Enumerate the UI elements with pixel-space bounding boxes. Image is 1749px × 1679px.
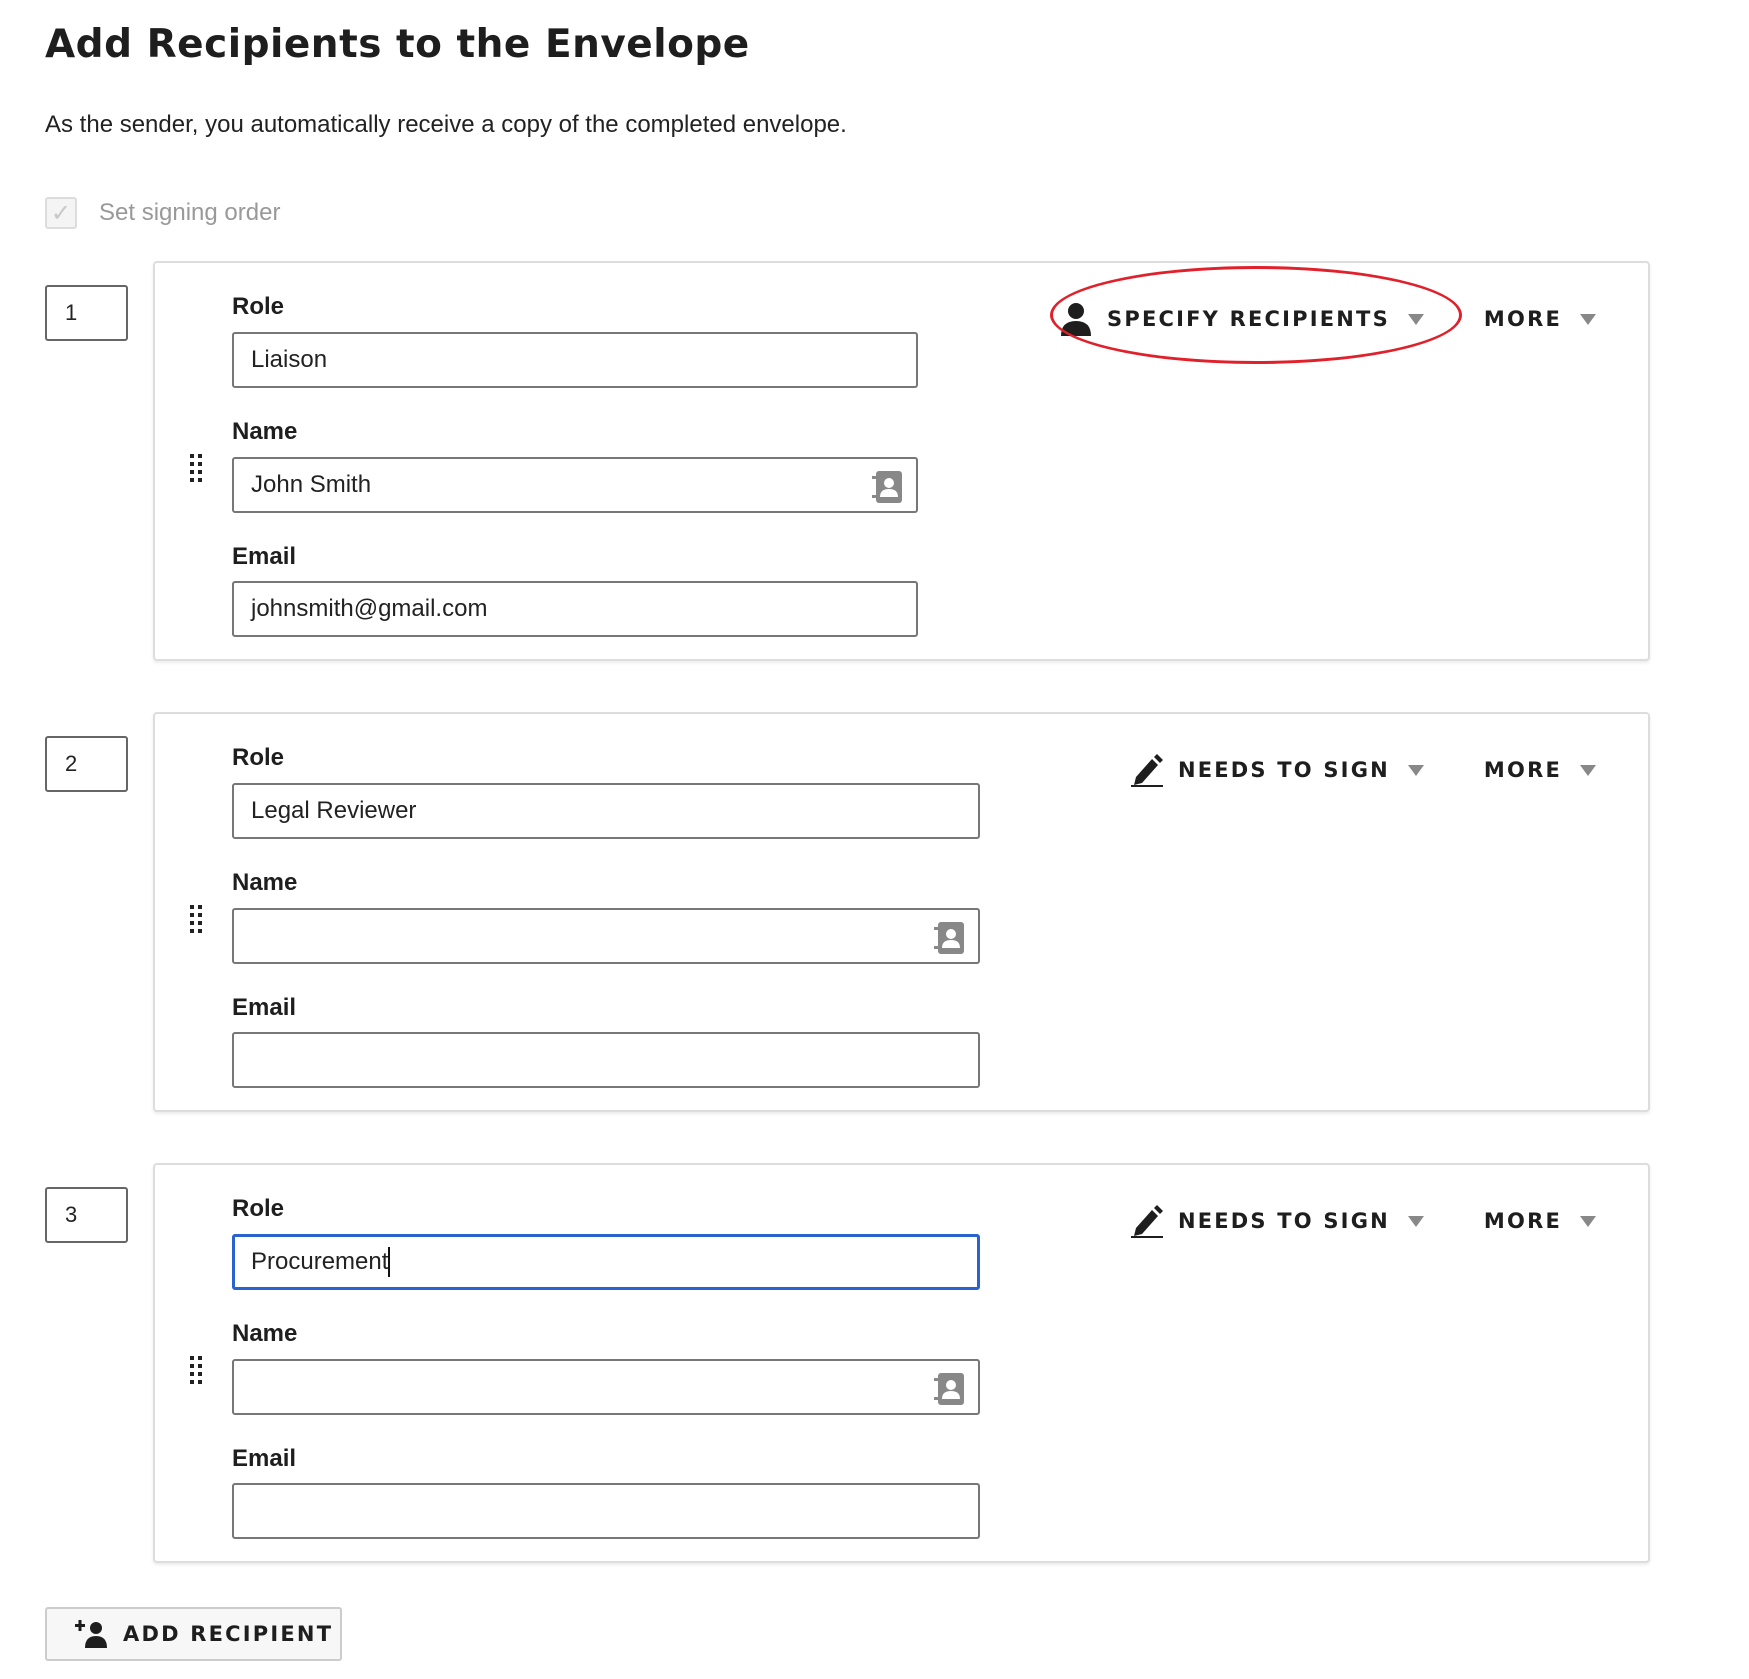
checkmark-icon: ✓ bbox=[50, 199, 72, 227]
recipient-actions: SPECIFY RECIPIENTS MORE bbox=[1059, 299, 1596, 339]
recipient-type-label: SPECIFY RECIPIENTS bbox=[1107, 307, 1390, 331]
signing-order-label: Set signing order bbox=[99, 199, 281, 226]
chevron-down-icon bbox=[1407, 764, 1424, 776]
more-dropdown[interactable]: MORE bbox=[1484, 307, 1596, 331]
more-label: MORE bbox=[1483, 758, 1562, 782]
routing-order-input-1[interactable]: 1 bbox=[45, 285, 128, 341]
role-input[interactable]: Legal Reviewer bbox=[232, 783, 980, 839]
more-label: MORE bbox=[1483, 307, 1562, 331]
role-input[interactable]: Liaison bbox=[232, 332, 918, 388]
drag-handle-icon[interactable] bbox=[189, 453, 203, 483]
more-dropdown[interactable]: MORE bbox=[1484, 1209, 1596, 1233]
role-label: Role bbox=[232, 744, 285, 771]
name-input[interactable] bbox=[232, 908, 980, 964]
routing-order-input-3[interactable]: 3 bbox=[45, 1187, 128, 1243]
role-input[interactable]: Procurement bbox=[232, 1234, 980, 1290]
chevron-down-icon bbox=[1407, 1215, 1424, 1227]
add-person-icon bbox=[75, 1620, 109, 1648]
contacts-icon[interactable] bbox=[934, 1373, 964, 1405]
recipient-card-2: Role Legal Reviewer Name Email NEEDS TO … bbox=[153, 712, 1650, 1112]
routing-order-input-2[interactable]: 2 bbox=[45, 736, 128, 792]
role-value: Legal Reviewer bbox=[251, 797, 417, 824]
name-label: Name bbox=[232, 418, 298, 445]
more-label: MORE bbox=[1483, 1209, 1562, 1233]
drag-handle-icon[interactable] bbox=[189, 1355, 203, 1385]
recipient-type-dropdown[interactable]: NEEDS TO SIGN bbox=[1130, 1204, 1424, 1238]
text-cursor bbox=[388, 1247, 391, 1277]
email-input[interactable]: johnsmith@gmail.com bbox=[232, 581, 918, 637]
add-recipient-button[interactable]: ADD RECIPIENT bbox=[45, 1607, 342, 1661]
signing-order-checkbox[interactable]: ✓ bbox=[45, 197, 77, 229]
recipient-card-3: Role Procurement Name Email NEEDS TO SIG… bbox=[153, 1163, 1650, 1563]
email-input[interactable] bbox=[232, 1483, 980, 1539]
chevron-down-icon bbox=[1580, 313, 1596, 325]
recipient-actions: NEEDS TO SIGN MORE bbox=[1130, 750, 1596, 790]
pen-icon bbox=[1130, 753, 1164, 787]
recipient-type-label: NEEDS TO SIGN bbox=[1177, 1209, 1390, 1233]
recipient-card-1: Role Liaison Name John Smith Email johns… bbox=[153, 261, 1650, 661]
more-dropdown[interactable]: MORE bbox=[1484, 758, 1596, 782]
name-value: John Smith bbox=[251, 471, 372, 498]
chevron-down-icon bbox=[1407, 313, 1424, 325]
name-label: Name bbox=[232, 1320, 298, 1347]
page-subtitle: As the sender, you automatically receive… bbox=[45, 111, 847, 138]
recipient-type-dropdown[interactable]: NEEDS TO SIGN bbox=[1130, 753, 1424, 787]
name-input[interactable] bbox=[232, 1359, 980, 1415]
chevron-down-icon bbox=[1580, 764, 1596, 776]
email-label: Email bbox=[232, 543, 297, 570]
email-input[interactable] bbox=[232, 1032, 980, 1088]
pen-icon bbox=[1130, 1204, 1164, 1238]
role-label: Role bbox=[232, 1195, 285, 1222]
email-label: Email bbox=[232, 1445, 297, 1472]
contacts-icon[interactable] bbox=[934, 922, 964, 954]
recipient-type-label: NEEDS TO SIGN bbox=[1177, 758, 1390, 782]
signing-order-checkbox-row[interactable]: ✓ Set signing order bbox=[45, 195, 280, 231]
role-value: Procurement bbox=[251, 1248, 389, 1275]
chevron-down-icon bbox=[1580, 1215, 1596, 1227]
role-value: Liaison bbox=[251, 346, 328, 373]
drag-handle-icon[interactable] bbox=[189, 904, 203, 934]
role-label: Role bbox=[232, 293, 285, 320]
name-input[interactable]: John Smith bbox=[232, 457, 918, 513]
contacts-icon[interactable] bbox=[872, 471, 902, 503]
email-value: johnsmith@gmail.com bbox=[251, 595, 488, 622]
page-title: Add Recipients to the Envelope bbox=[45, 22, 750, 67]
name-label: Name bbox=[232, 869, 298, 896]
person-icon bbox=[1059, 302, 1093, 336]
email-label: Email bbox=[232, 994, 297, 1021]
add-recipient-label: ADD RECIPIENT bbox=[123, 1622, 334, 1646]
recipient-type-dropdown[interactable]: SPECIFY RECIPIENTS bbox=[1059, 302, 1424, 336]
recipient-actions: NEEDS TO SIGN MORE bbox=[1130, 1201, 1596, 1241]
